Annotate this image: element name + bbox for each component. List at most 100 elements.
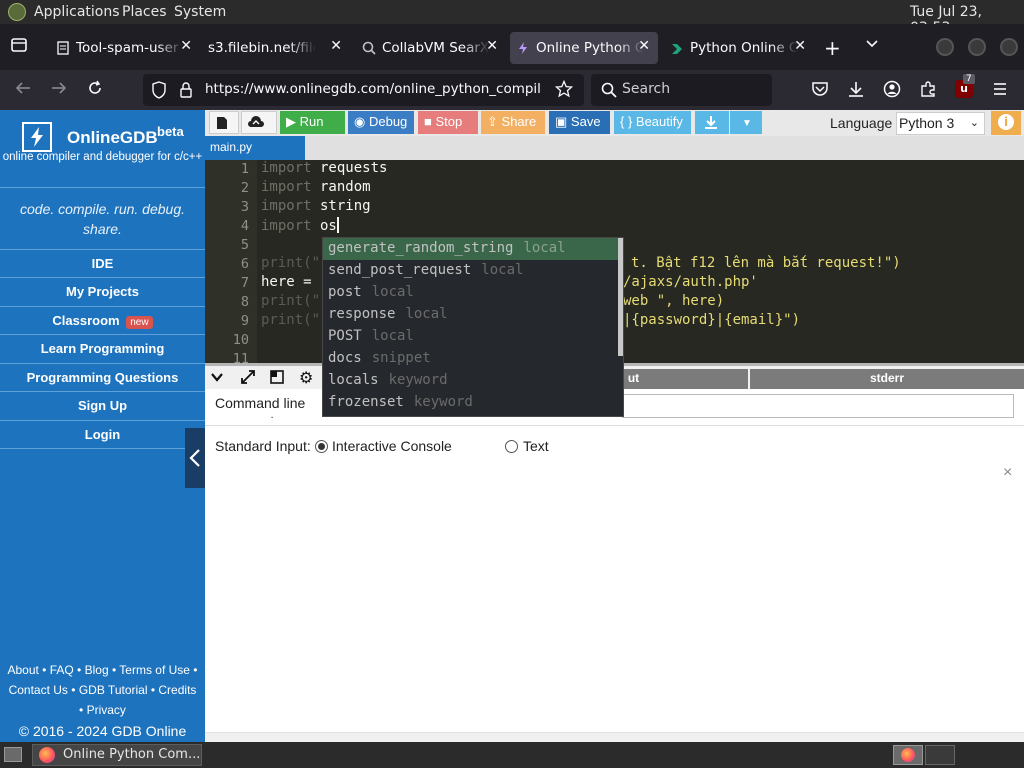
- autocomplete-item[interactable]: locals keyword: [323, 370, 619, 392]
- line-number: 11: [232, 351, 249, 363]
- radio-text[interactable]: [505, 440, 518, 453]
- new-file-button[interactable]: [209, 111, 239, 134]
- browser-tab-filebin[interactable]: s3.filebin.net/filebin ✕: [200, 32, 350, 64]
- footer-link-blog[interactable]: Blog: [85, 663, 109, 677]
- footer-link-gdb-tutorial[interactable]: GDB Tutorial: [79, 683, 148, 697]
- applications-menu[interactable]: Applications: [34, 4, 120, 20]
- close-tab-icon[interactable]: ✕: [638, 38, 650, 54]
- app-menu-icon[interactable]: [991, 80, 1009, 102]
- close-tab-icon[interactable]: ✕: [486, 38, 498, 54]
- system-menu[interactable]: System: [174, 4, 226, 20]
- tab-stdout[interactable]: ut: [623, 369, 748, 389]
- interactive-console-label[interactable]: Interactive Console: [332, 438, 452, 454]
- search-bar[interactable]: Search: [591, 74, 772, 106]
- code-fragment: web ", here): [623, 293, 725, 309]
- file-tab-main-py[interactable]: main.py: [205, 136, 305, 160]
- bookmark-star-icon[interactable]: [554, 79, 574, 102]
- suggestion-name: post: [328, 284, 362, 300]
- footer-link-contact[interactable]: Contact Us: [9, 683, 68, 697]
- horizontal-scrollbar[interactable]: [205, 732, 1024, 742]
- account-icon[interactable]: [883, 80, 901, 102]
- share-button[interactable]: ⇪ Share: [481, 111, 545, 134]
- autocomplete-item[interactable]: send_post_request local: [323, 260, 619, 282]
- autocomplete-item[interactable]: docs snippet: [323, 348, 619, 370]
- autocomplete-popup[interactable]: generate_random_string local send_post_re…: [322, 237, 624, 417]
- footer-link-about[interactable]: About: [7, 663, 38, 677]
- identifier: random: [311, 179, 371, 195]
- browser-tab-python-online-compiler[interactable]: Python Online Compiler ✕: [664, 32, 814, 64]
- autocomplete-item[interactable]: response local: [323, 304, 619, 326]
- stop-button[interactable]: ■ Stop: [418, 111, 478, 134]
- browser-tab-online-python-compiler[interactable]: Online Python Compiler ✕: [510, 32, 658, 64]
- sidebar-link-ide[interactable]: IDE: [0, 249, 205, 277]
- upload-file-button[interactable]: [241, 111, 277, 134]
- extensions-icon[interactable]: [919, 80, 937, 102]
- distro-logo-icon[interactable]: [8, 3, 26, 21]
- workspace-switcher[interactable]: [893, 745, 923, 765]
- brand-name[interactable]: OnlineGDB: [67, 128, 158, 148]
- autocomplete-item[interactable]: frozenset keyword: [323, 392, 619, 414]
- sidebar-link-my-projects[interactable]: My Projects: [0, 277, 205, 305]
- minimize-window-icon[interactable]: [936, 38, 954, 56]
- download-options-button[interactable]: ▼: [730, 111, 762, 134]
- autocomplete-scrollbar[interactable]: [618, 238, 623, 356]
- text-option-label[interactable]: Text: [523, 438, 549, 454]
- footer-link-credits[interactable]: Credits: [158, 683, 196, 697]
- reload-icon[interactable]: [86, 79, 104, 101]
- collapse-panel-icon[interactable]: [210, 369, 224, 388]
- back-icon[interactable]: [14, 79, 32, 101]
- layout-toggle-icon[interactable]: [269, 369, 285, 389]
- autocomplete-item[interactable]: POST local: [323, 326, 619, 348]
- suggestion-meta: keyword: [413, 394, 473, 410]
- workspace-switcher-2[interactable]: [925, 745, 955, 765]
- save-button[interactable]: ▣ Save: [549, 111, 610, 134]
- close-icon[interactable]: ×: [1003, 464, 1012, 482]
- url-bar[interactable]: https://www.onlinegdb.com/online_python_…: [143, 74, 584, 106]
- browser-tab-tool-spam[interactable]: Tool-spam-user ✕: [50, 32, 200, 64]
- run-button[interactable]: ▶ Run: [280, 111, 345, 134]
- collapse-sidebar-button[interactable]: [185, 428, 205, 488]
- tab-stderr[interactable]: stderr: [750, 369, 1024, 389]
- footer-link-terms[interactable]: Terms of Use: [119, 663, 190, 677]
- pocket-icon[interactable]: [811, 80, 829, 102]
- close-window-icon[interactable]: [1000, 38, 1018, 56]
- download-button[interactable]: [695, 111, 729, 134]
- footer-link-privacy[interactable]: Privacy: [87, 703, 126, 717]
- taskbar-window-firefox[interactable]: Online Python Com...: [32, 744, 202, 766]
- line-number: 7: [240, 275, 249, 291]
- beautify-button[interactable]: { } Beautify: [614, 111, 691, 134]
- console-output[interactable]: [205, 484, 1024, 724]
- url-text[interactable]: https://www.onlinegdb.com/online_python_…: [205, 81, 541, 97]
- command-line-input[interactable]: [622, 394, 1014, 418]
- settings-gear-icon[interactable]: ⚙: [299, 368, 313, 387]
- expand-panel-icon[interactable]: [240, 369, 256, 389]
- autocomplete-item[interactable]: generate_random_string local: [323, 238, 619, 260]
- sidebar-link-login[interactable]: Login: [0, 420, 205, 448]
- onlinegdb-logo-icon[interactable]: [22, 122, 52, 152]
- close-tab-icon[interactable]: ✕: [180, 38, 192, 54]
- forward-icon[interactable]: [50, 79, 68, 101]
- places-menu[interactable]: Places: [122, 4, 167, 20]
- tracking-shield-icon[interactable]: [151, 81, 167, 103]
- footer-link-faq[interactable]: FAQ: [50, 663, 74, 677]
- file-tab-label: main.py: [210, 140, 253, 154]
- downloads-icon[interactable]: [847, 80, 865, 102]
- lock-icon[interactable]: [179, 81, 193, 103]
- new-tab-icon[interactable]: +: [824, 36, 841, 60]
- show-desktop-icon[interactable]: [4, 747, 22, 762]
- list-all-tabs-icon[interactable]: [864, 36, 880, 56]
- browser-tab-collabvm[interactable]: CollabVM SearXNG ✕: [356, 32, 506, 64]
- radio-interactive-console[interactable]: [315, 440, 328, 453]
- sidebar-link-learn-programming[interactable]: Learn Programming: [0, 334, 205, 362]
- sidebar-link-classroom[interactable]: Classroom new: [0, 306, 205, 334]
- language-select[interactable]: Python 3 ⌄: [896, 112, 985, 135]
- sidebar-link-programming-questions[interactable]: Programming Questions: [0, 363, 205, 391]
- info-button[interactable]: i: [991, 111, 1021, 135]
- autocomplete-item[interactable]: post local: [323, 282, 619, 304]
- close-tab-icon[interactable]: ✕: [330, 38, 342, 54]
- sidebar-link-sign-up[interactable]: Sign Up: [0, 391, 205, 419]
- maximize-window-icon[interactable]: [968, 38, 986, 56]
- firefox-view-icon[interactable]: [10, 36, 28, 58]
- debug-button[interactable]: ◉ Debug: [348, 111, 414, 134]
- close-tab-icon[interactable]: ✕: [794, 38, 806, 54]
